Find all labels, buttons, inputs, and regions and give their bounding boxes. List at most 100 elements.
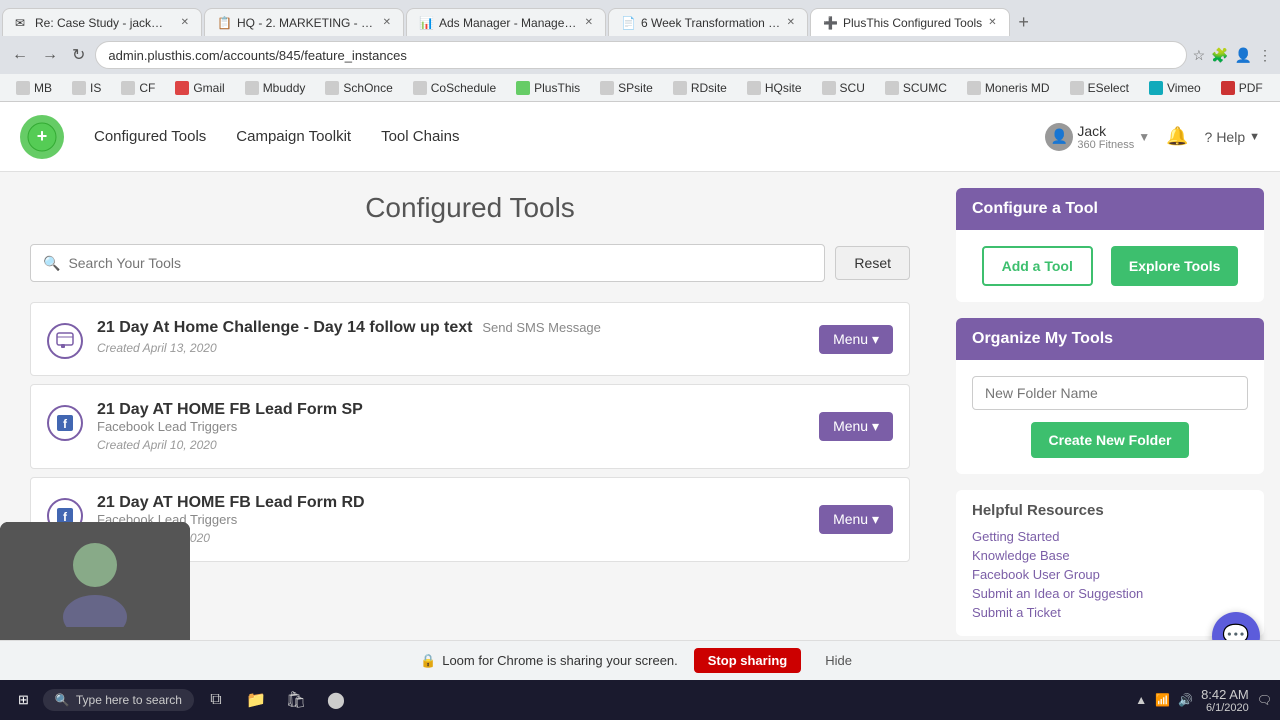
bookmark-scumc[interactable]: SCUMC <box>877 79 955 97</box>
top-nav: + Configured Tools Campaign Toolkit Tool… <box>0 102 1280 172</box>
profile-icon[interactable]: 👤 <box>1235 47 1252 64</box>
new-tab-button[interactable]: + <box>1010 8 1038 36</box>
tab-favicon-4: 📄 <box>621 16 635 30</box>
user-dropdown-icon: ▼ <box>1138 130 1150 144</box>
logo[interactable]: + <box>20 115 64 159</box>
tab-close-1[interactable]: ✕ <box>181 17 189 28</box>
tab-label-2: HQ - 2. MARKETING - 6 Week ... <box>237 16 377 30</box>
tab-2[interactable]: 📋 HQ - 2. MARKETING - 6 Week ... ✕ <box>204 8 404 36</box>
bookmark-plusthis[interactable]: PlusThis <box>508 79 588 97</box>
tool-menu-button-0[interactable]: Menu ▾ <box>819 325 893 354</box>
more-icon[interactable]: ⋮ <box>1258 47 1272 64</box>
taskbar-notification-icon[interactable]: 🗨 <box>1257 693 1272 707</box>
tool-menu-button-1[interactable]: Menu ▾ <box>819 412 893 441</box>
forward-button[interactable]: → <box>38 42 62 68</box>
bookmark-schonce[interactable]: SchOnce <box>317 79 400 97</box>
back-button[interactable]: ← <box>8 42 32 68</box>
create-folder-button[interactable]: Create New Folder <box>1031 422 1190 458</box>
taskbar-up-arrow[interactable]: ▲ <box>1135 693 1147 707</box>
notification-button[interactable]: 🔔 <box>1166 126 1188 147</box>
bookmark-cf[interactable]: CF <box>113 79 163 97</box>
tab-close-4[interactable]: ✕ <box>787 17 795 28</box>
bookmark-hqsite[interactable]: HQsite <box>739 79 810 97</box>
reset-button[interactable]: Reset <box>835 246 910 280</box>
tool-type-1: Facebook Lead Triggers <box>97 419 805 434</box>
taskbar-explorer[interactable]: 📁 <box>238 684 274 716</box>
bookmark-mbuddy[interactable]: Mbuddy <box>237 79 314 97</box>
taskbar-start-button[interactable]: ⊞ <box>8 688 39 712</box>
nav-campaign-toolkit[interactable]: Campaign Toolkit <box>236 124 351 149</box>
help-button[interactable]: ? Help ▼ <box>1205 129 1260 145</box>
stop-sharing-button[interactable]: Stop sharing <box>694 648 801 673</box>
tool-menu-button-2[interactable]: Menu ▾ <box>819 505 893 534</box>
taskbar-search-label: Type here to search <box>76 693 182 707</box>
hide-button[interactable]: Hide <box>817 648 860 673</box>
tab-close-2[interactable]: ✕ <box>383 17 391 28</box>
bookmark-icon[interactable]: ☆ <box>1193 47 1206 64</box>
tab-favicon-5: ➕ <box>823 16 837 30</box>
tool-name-0: 21 Day At Home Challenge - Day 14 follow… <box>97 319 805 337</box>
page-title: Configured Tools <box>30 192 910 224</box>
tab-5[interactable]: ➕ PlusThis Configured Tools ✕ <box>810 8 1010 36</box>
user-name: Jack <box>1077 123 1134 139</box>
share-lock-icon: 🔒 <box>420 653 436 669</box>
tab-label-5: PlusThis Configured Tools <box>843 16 982 30</box>
tool-name-2: 21 Day AT HOME FB Lead Form RD <box>97 494 805 512</box>
bookmark-scu[interactable]: SCU <box>814 79 873 97</box>
folder-name-input[interactable] <box>972 376 1248 410</box>
taskbar-sound-icon[interactable]: 🔊 <box>1178 693 1193 707</box>
resource-submit-ticket[interactable]: Submit a Ticket <box>972 605 1248 620</box>
user-sub: 360 Fitness <box>1077 139 1134 151</box>
tool-date-1: Created April 10, 2020 <box>97 438 805 452</box>
share-bar-message: Loom for Chrome is sharing your screen. <box>442 653 678 668</box>
add-tool-button[interactable]: Add a Tool <box>982 246 1093 286</box>
search-input[interactable] <box>68 255 812 271</box>
tool-type-0: Send SMS Message <box>482 320 601 335</box>
taskbar-store[interactable]: 🛍 <box>278 684 314 716</box>
help-label: Help <box>1216 129 1245 145</box>
nav-configured-tools[interactable]: Configured Tools <box>94 124 206 149</box>
tool-info-1: 21 Day AT HOME FB Lead Form SP Facebook … <box>97 401 805 452</box>
share-bar: 🔒 Loom for Chrome is sharing your screen… <box>0 640 1280 680</box>
address-bar[interactable]: admin.plusthis.com/accounts/845/feature_… <box>95 41 1186 69</box>
bookmark-mb[interactable]: MB <box>8 79 60 97</box>
taskbar-clock[interactable]: 8:42 AM 6/1/2020 <box>1201 687 1249 714</box>
resource-facebook-group[interactable]: Facebook User Group <box>972 567 1248 582</box>
tab-close-5[interactable]: ✕ <box>988 17 996 28</box>
tab-4[interactable]: 📄 6 Week Transformation Challe... ✕ <box>608 8 808 36</box>
bookmark-spsite[interactable]: SPsite <box>592 79 661 97</box>
svg-text:+: + <box>37 126 48 146</box>
search-icon: 🔍 <box>43 255 60 272</box>
resource-getting-started[interactable]: Getting Started <box>972 529 1248 544</box>
reload-button[interactable]: ↻ <box>68 41 89 69</box>
bookmark-gmail[interactable]: Gmail <box>167 79 232 97</box>
bookmark-moneris[interactable]: Moneris MD <box>959 79 1058 97</box>
taskbar-chrome[interactable]: ⬤ <box>318 684 354 716</box>
tab-1[interactable]: ✉ Re: Case Study - jack@360fit... ✕ <box>2 8 202 36</box>
nav-tool-chains[interactable]: Tool Chains <box>381 124 459 149</box>
search-box: 🔍 <box>30 244 825 282</box>
tab-close-3[interactable]: ✕ <box>585 17 593 28</box>
taskbar-search-icon: 🔍 <box>55 693 70 707</box>
tab-3[interactable]: 📊 Ads Manager - Manage Ads - ✕ <box>406 8 606 36</box>
bookmark-eselect[interactable]: ESelect <box>1062 79 1137 97</box>
tool-type-2: Facebook Lead Triggers <box>97 512 805 527</box>
bookmark-is[interactable]: IS <box>64 79 109 97</box>
task-view-icon: ⧉ <box>210 691 221 709</box>
tool-icon-fb1: f <box>47 405 83 441</box>
explore-tools-button[interactable]: Explore Tools <box>1111 246 1239 286</box>
bookmark-coschedule[interactable]: CoSchedule <box>405 79 504 97</box>
bookmark-pdf[interactable]: PDF <box>1213 79 1271 97</box>
resource-knowledge-base[interactable]: Knowledge Base <box>972 548 1248 563</box>
bookmark-rdsite[interactable]: RDsite <box>665 79 735 97</box>
helpful-resources: Helpful Resources Getting Started Knowle… <box>956 490 1264 636</box>
taskbar-search[interactable]: 🔍 Type here to search <box>43 689 194 711</box>
user-area[interactable]: 👤 Jack 360 Fitness ▼ <box>1045 123 1150 151</box>
resource-submit-idea[interactable]: Submit an Idea or Suggestion <box>972 586 1248 601</box>
taskbar-network-icon[interactable]: 📶 <box>1155 693 1170 707</box>
taskbar-task-view[interactable]: ⧉ <box>198 684 234 716</box>
tool-info-2: 21 Day AT HOME FB Lead Form RD Facebook … <box>97 494 805 545</box>
bookmark-vimeo[interactable]: Vimeo <box>1141 79 1209 97</box>
extensions-icon[interactable]: 🧩 <box>1211 47 1228 64</box>
tab-favicon-2: 📋 <box>217 16 231 30</box>
